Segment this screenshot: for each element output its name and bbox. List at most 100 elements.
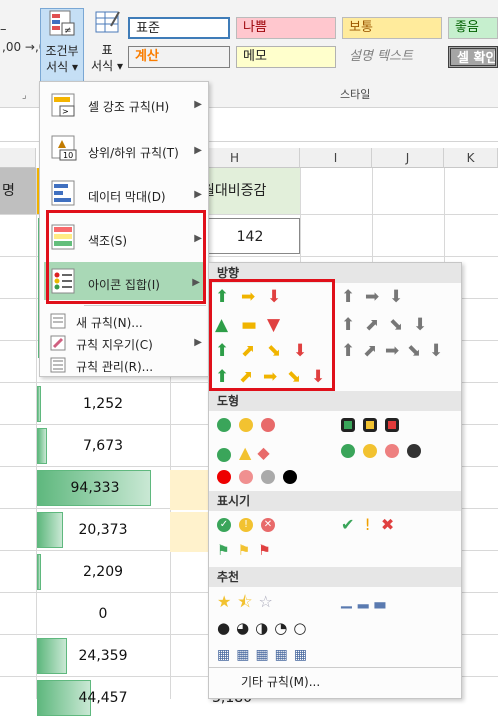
green-circle-icon (341, 443, 355, 458)
symbols-circled-set[interactable]: ✓! ✕ (217, 517, 283, 532)
menu-manage-rules[interactable]: 규칙 관리(R)... (40, 354, 208, 376)
arrow-up-icon: ⬆ (341, 315, 356, 335)
style-bad[interactable]: 나쁨 (236, 17, 336, 39)
style-good[interactable]: 좋음 (448, 17, 498, 39)
traffic-lights-rimmed-set[interactable] (341, 417, 407, 432)
more-rules-link[interactable]: 기타 규칙(M)... (241, 673, 320, 690)
menu-data-bars[interactable]: 데이터 막대(D) ▶ (40, 174, 208, 212)
header-cell-left[interactable]: 명 (0, 168, 36, 214)
svg-text:>: > (62, 107, 69, 116)
style-note[interactable]: 메모 (236, 46, 336, 68)
red-diamond-icon: ◆ (257, 443, 270, 462)
signal-bars-sets[interactable]: ▁▂▃ (341, 593, 391, 609)
arrow-down-icon: ⬇ (389, 287, 404, 307)
styles-group-label: 스타일 (340, 88, 371, 101)
conditional-formatting-button[interactable]: ≠ 조건부 서식 ▾ (40, 8, 84, 82)
header-cell-change[interactable]: 월대비증감 (200, 168, 300, 214)
cell-value[interactable]: 44,457 (38, 690, 168, 706)
exclamation-icon: ! (364, 515, 371, 534)
red-light-icon (385, 417, 399, 432)
boxes-5-set[interactable]: ▦▦▦▦▦ (217, 647, 313, 663)
menu-label: 규칙 지우기(C) (76, 338, 153, 352)
red-to-black-set[interactable] (217, 469, 305, 484)
submenu-arrow-icon: ▶ (194, 99, 202, 110)
submenu-divider (209, 667, 461, 668)
cell-value[interactable]: 1,252 (38, 396, 168, 412)
style-normal[interactable]: 표준 (128, 17, 230, 39)
arrow-right-icon: ➡ (385, 341, 400, 361)
cell-value[interactable]: 24,359 (38, 648, 168, 664)
highlight-rules-icon: > (51, 93, 75, 117)
cell-value[interactable]: 94,333 (30, 480, 160, 496)
cell-value[interactable]: 7,673 (38, 438, 168, 454)
signal-bars-icon: ▁▂▃ (341, 593, 392, 609)
table-format-icon (95, 11, 120, 33)
arrow-down-right-icon: ⬊ (389, 315, 404, 335)
menu-label: 새 규칙(N)... (76, 316, 143, 330)
check-circle-icon: ✓ (217, 517, 231, 532)
cf-label-1: 조건부 (45, 44, 79, 58)
format-as-table-button[interactable]: 표 서식 ▾ (86, 8, 128, 78)
menu-divider (84, 305, 206, 306)
menu-highlight-rules[interactable]: > 셀 강조 규칙(H) ▶ (40, 88, 208, 124)
traffic-lights-3-set[interactable] (217, 417, 283, 432)
menu-top-bottom-rules[interactable]: 10 상위/하위 규칙(T) ▶ (40, 130, 208, 168)
eraser-icon (50, 335, 66, 351)
menu-new-rule[interactable]: 새 규칙(N)... (40, 310, 208, 332)
col-head-k[interactable]: K (444, 148, 498, 168)
black-circle-icon (283, 469, 297, 484)
dialog-launcher-icon[interactable]: ⌟ (22, 90, 27, 101)
exclamation-circle-icon: ! (239, 517, 253, 532)
pink-circle-icon (239, 469, 253, 484)
yellow-circle-icon (239, 417, 253, 432)
arrow-up-icon: ⬆ (341, 341, 356, 361)
yellow-flag-icon: ⚑ (237, 543, 251, 559)
ribbon-left-fragment: – (0, 22, 7, 37)
x-circle-icon: ✕ (261, 517, 275, 532)
signs-3-set[interactable]: ▲ ◆ (217, 443, 270, 463)
manage-rules-icon (50, 357, 66, 373)
yellow-triangle-icon: ▲ (239, 443, 252, 462)
data-bars-icon (51, 180, 75, 206)
section-indicators: 표시기 (209, 491, 461, 511)
icon-sets-submenu: 방향 ⬆ ➡ ⬇ ▲ ▬ ▼ ⬆ ⬈ ⬊ ⬇ ⬆ ⬈ ➡ ⬊ ⬇ ⬆ ➡ ⬇ ⬆… (208, 262, 462, 699)
style-neutral[interactable]: 보통 (342, 17, 442, 39)
arrow-up-right-icon: ⬈ (363, 341, 378, 361)
menu-label: 상위/하위 규칙(T) (88, 146, 179, 160)
quarter-circles-icon: ●◕◑◔○ (217, 619, 313, 637)
arrow-up-right-icon: ⬈ (365, 315, 380, 335)
stars-3-set[interactable]: ★ ⯪ ☆ (217, 591, 273, 618)
gray-circle-icon (261, 469, 275, 484)
cell-value[interactable]: 20,373 (38, 522, 168, 538)
new-rule-icon (50, 313, 66, 329)
cell-h-142[interactable]: 142 (200, 218, 300, 254)
star-full-icon: ★ (217, 592, 232, 611)
cell-value[interactable]: 2,209 (38, 564, 168, 580)
style-calculation[interactable]: 계산 (128, 46, 230, 68)
traffic-lights-4-set[interactable] (341, 443, 429, 458)
menu-label: 데이터 막대(D) (88, 190, 166, 204)
symbols-uncircled-set[interactable]: ✔! ✖ (341, 515, 394, 534)
tbl-label-1: 표 (101, 43, 113, 57)
red-highlight-box-menu (46, 210, 206, 304)
col-head-i[interactable]: I (300, 148, 372, 168)
flags-3-set[interactable]: ⚑ ⚑ ⚑ (217, 543, 271, 559)
cf-label-2-text: 서식 (46, 60, 69, 74)
cell-value[interactable]: 0 (38, 606, 168, 622)
style-check-cell[interactable]: 셀 확인 (448, 46, 498, 68)
col-head-j[interactable]: J (372, 148, 444, 168)
yellow-circle-icon (363, 443, 377, 458)
arrow-right-icon: ➡ (365, 287, 380, 307)
col-head-g-partial[interactable] (0, 148, 36, 168)
cf-label-2: 서식 ▾ (46, 60, 78, 74)
style-explanatory[interactable]: 설명 텍스트 (342, 46, 442, 68)
menu-label: 셀 강조 규칙(H) (88, 100, 170, 114)
check-icon: ✔ (341, 515, 355, 534)
red-circle-icon (385, 443, 399, 458)
quarters-5-set[interactable]: ●◕◑◔○ (217, 619, 312, 637)
x-icon: ✖ (380, 515, 395, 534)
menu-clear-rules[interactable]: 규칙 지우기(C) ▶ (40, 332, 208, 354)
black-circle-icon (407, 443, 421, 458)
svg-text:10: 10 (63, 151, 73, 160)
cell-yellow (170, 512, 210, 552)
